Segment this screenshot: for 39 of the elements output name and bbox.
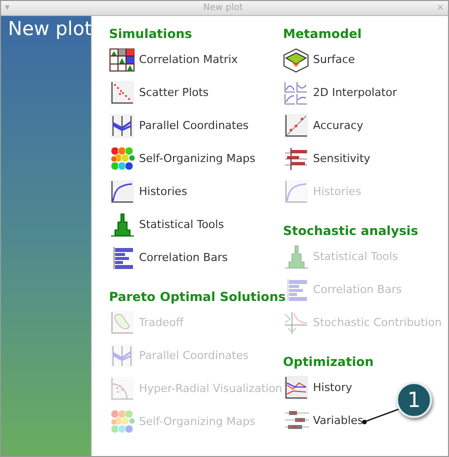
radial-plot-icon [109, 376, 135, 402]
plot-type-option[interactable]: Accuracy [313, 119, 364, 132]
plot-type-option[interactable]: Sensitivity [313, 152, 370, 165]
plot-type-option[interactable]: Correlation Matrix [139, 53, 238, 66]
step-number-badge: 1 [396, 382, 432, 418]
scatter-plot-icon [109, 80, 135, 106]
section-heading: Pareto Optimal Solutions [109, 288, 283, 306]
plot-type-option[interactable]: Statistical Tools [139, 218, 224, 231]
accuracy-plot-icon [283, 112, 309, 138]
plot-type-option[interactable]: Self-Organizing Maps [139, 152, 256, 165]
plot-type-option[interactable]: Variables [313, 414, 364, 427]
parallel-coordinates-icon [109, 342, 135, 368]
parallel-coordinates-icon [109, 112, 135, 138]
sensitivity-bars-icon [283, 146, 309, 172]
matrix-icon [109, 46, 135, 72]
crossed-curves-icon [283, 310, 309, 336]
banner-title: New plot [7, 18, 91, 40]
section-heading: Optimization [283, 353, 375, 371]
plot-type-option[interactable]: Surface [313, 53, 355, 66]
plot-type-option[interactable]: Histories [139, 185, 188, 198]
section-heading: Metamodel [283, 25, 363, 43]
histogram-icon [283, 244, 309, 270]
section-heading: Simulations [109, 25, 194, 43]
plot-type-option[interactable]: 2D Interpolator [313, 86, 397, 99]
tradeoff-plot-icon [109, 310, 135, 336]
hexagon-map-icon [109, 146, 135, 172]
plot-type-option[interactable]: Parallel Coordinates [139, 119, 249, 132]
grid-of-charts-icon [283, 80, 309, 106]
hexagon-map-icon [109, 408, 135, 434]
curve-chart-icon [283, 178, 309, 204]
line-chart-icon [283, 374, 309, 400]
plot-type-option[interactable]: Scatter Plots [139, 86, 209, 99]
plot-type-option[interactable]: Correlation Bars [139, 251, 228, 264]
surface-plot-icon [283, 46, 309, 72]
window-title: New plot [202, 3, 244, 13]
curve-chart-icon [109, 178, 135, 204]
section-heading: Stochastic analysis [283, 222, 420, 240]
plot-type-option[interactable]: History [313, 381, 352, 394]
histogram-icon [109, 212, 135, 238]
